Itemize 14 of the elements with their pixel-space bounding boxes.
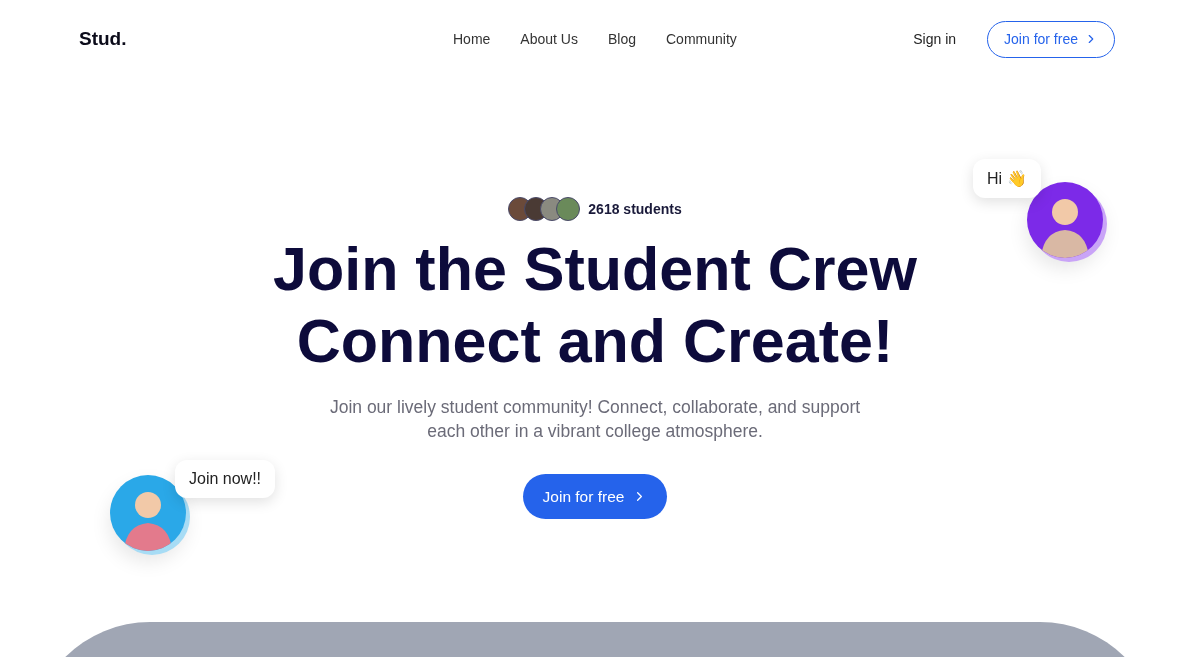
- student-avatar: [556, 197, 581, 221]
- logo[interactable]: Stud.: [79, 28, 389, 50]
- nav-link[interactable]: Community: [666, 31, 737, 47]
- chat-bubble: Join now!!: [175, 460, 276, 498]
- nav-link[interactable]: Blog: [607, 31, 636, 47]
- join-button[interactable]: Join for free: [987, 20, 1115, 58]
- sign-in-link[interactable]: Sign in: [913, 31, 957, 47]
- hero-subtitle: Join our lively student community! Connect, collaborate, and support each other in a vibrant college atmosphere.: [328, 396, 862, 443]
- nav-link[interactable]: About Us: [520, 31, 578, 47]
- nav-link[interactable]: Home: [453, 31, 491, 47]
- chat-bubble: Hi 👋: [973, 159, 1041, 198]
- join-button[interactable]: Join for free: [522, 474, 668, 519]
- hero-title: Join the Student Crew Connect and Create!: [273, 234, 917, 377]
- student-count: 2618 students: [588, 201, 682, 217]
